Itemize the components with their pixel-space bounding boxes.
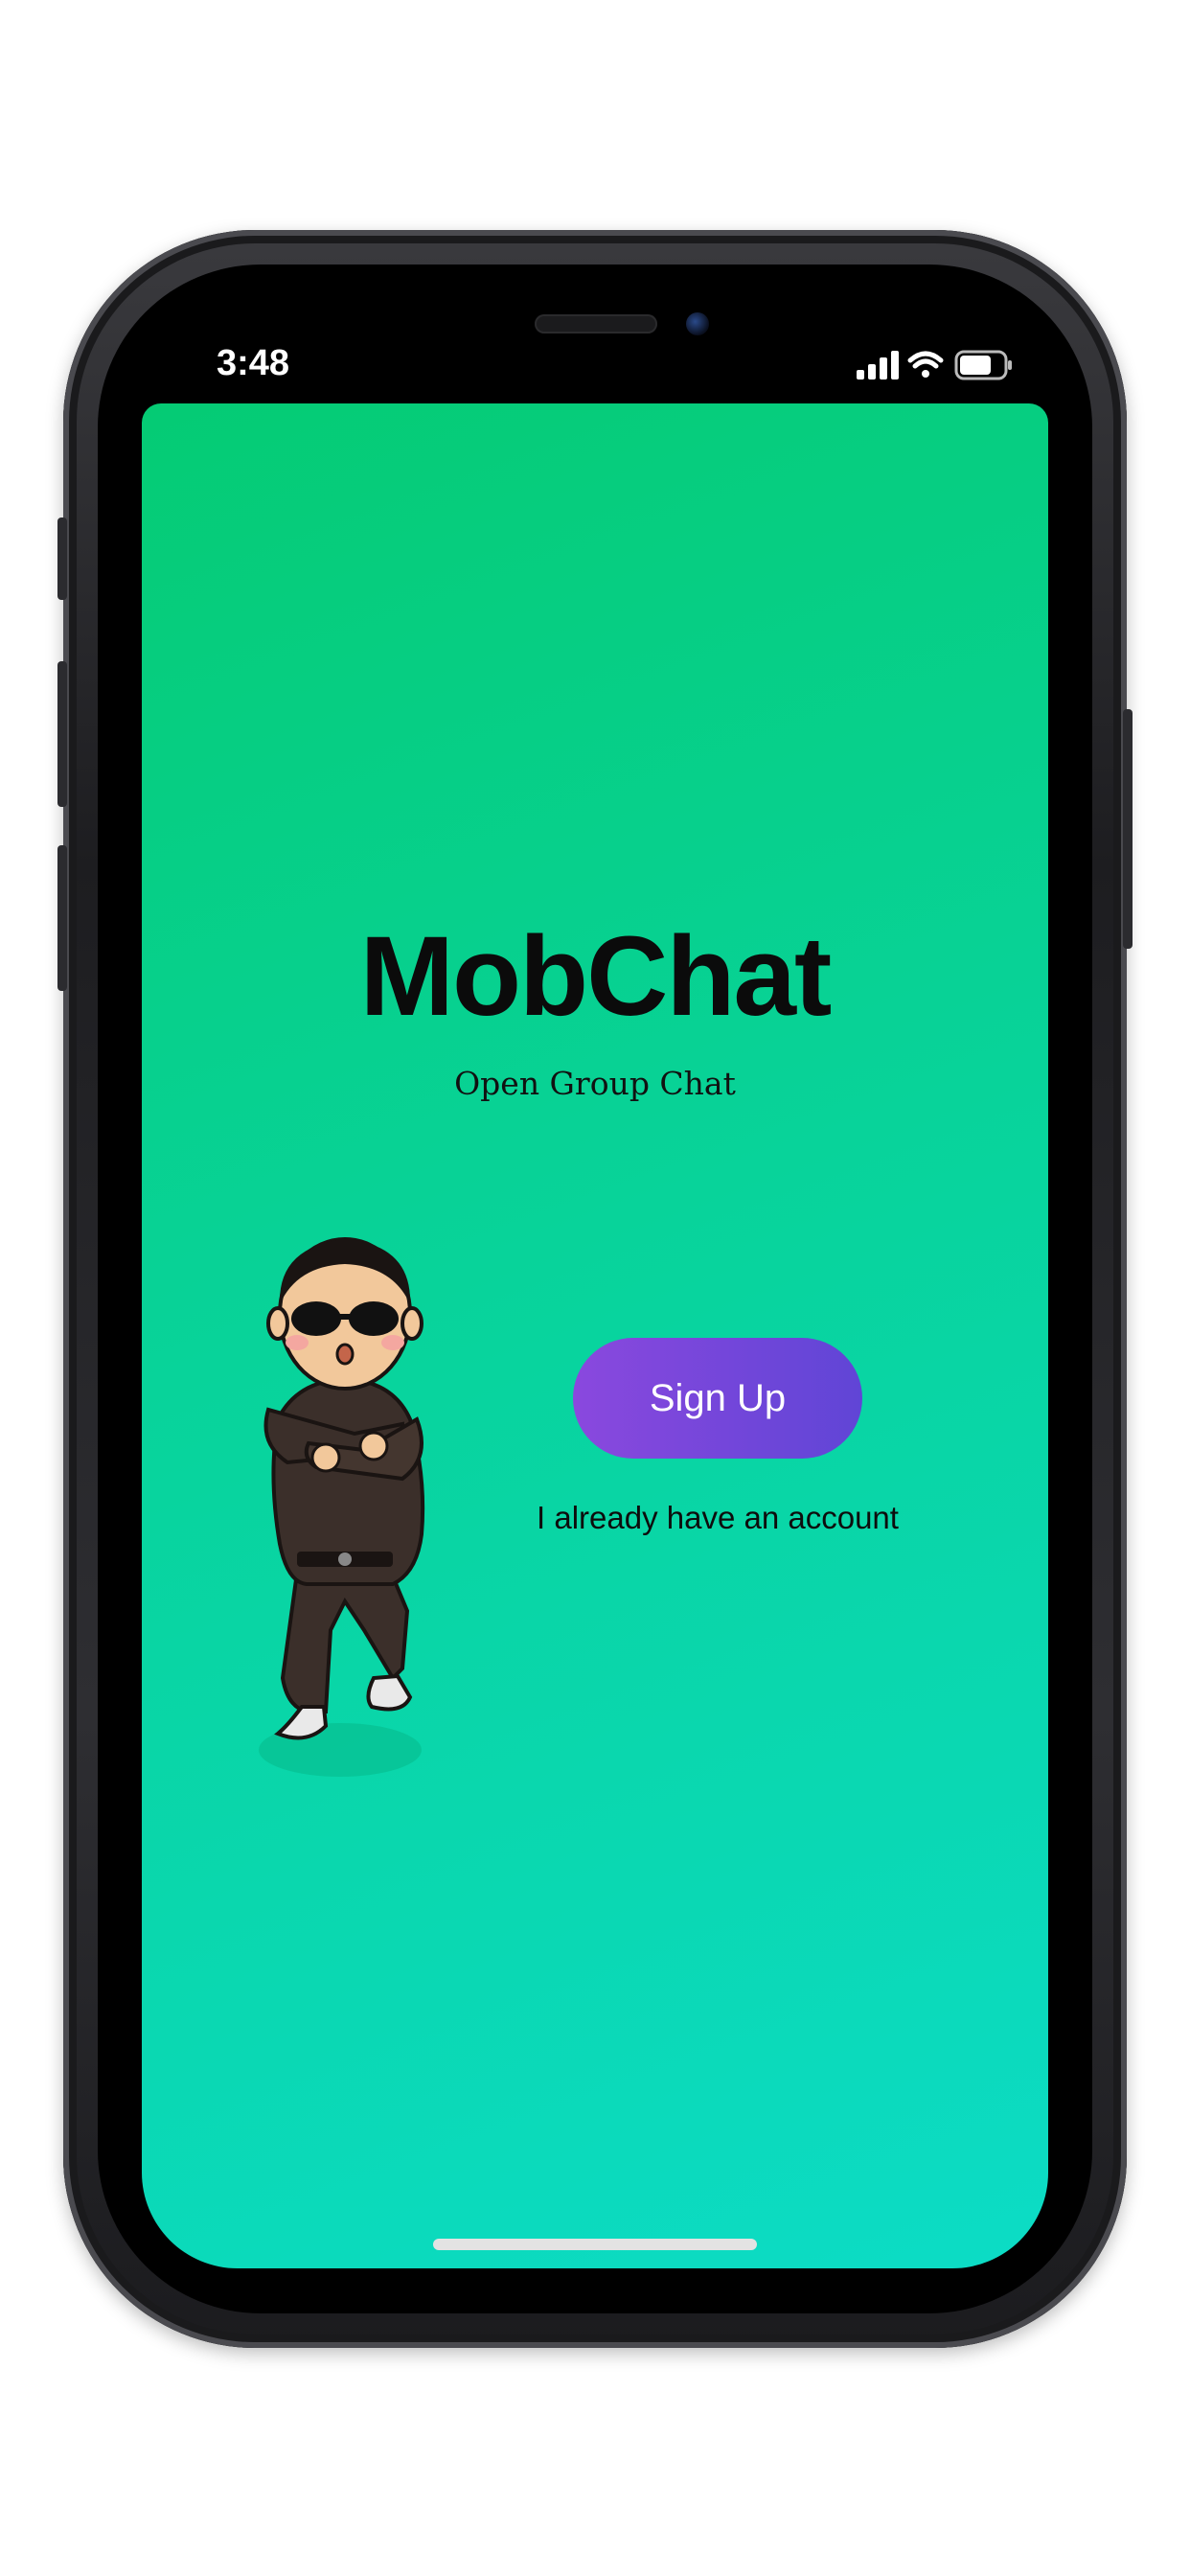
home-indicator[interactable] [433, 2239, 757, 2250]
dancing-man-illustration [249, 1228, 460, 1783]
signal-icon [857, 351, 899, 380]
front-camera [686, 312, 709, 335]
phone-mute-switch [57, 518, 67, 600]
login-link[interactable]: I already have an account [506, 1494, 929, 1542]
sign-up-button[interactable]: Sign Up [573, 1338, 862, 1459]
status-icons [855, 345, 1018, 383]
phone-volume-up [57, 661, 67, 807]
status-time: 3:48 [217, 343, 290, 383]
app-title: MobChat [359, 913, 833, 1040]
app-screen: MobChat Open Group Chat Sign Up I alread… [142, 403, 1048, 2268]
phone-power-button [1123, 709, 1133, 949]
battery-icon [954, 350, 1012, 380]
phone-volume-down [57, 845, 67, 991]
app-subtitle: Open Group Chat [454, 1065, 736, 1102]
speaker-grille [535, 314, 657, 334]
wifi-icon [907, 351, 944, 378]
